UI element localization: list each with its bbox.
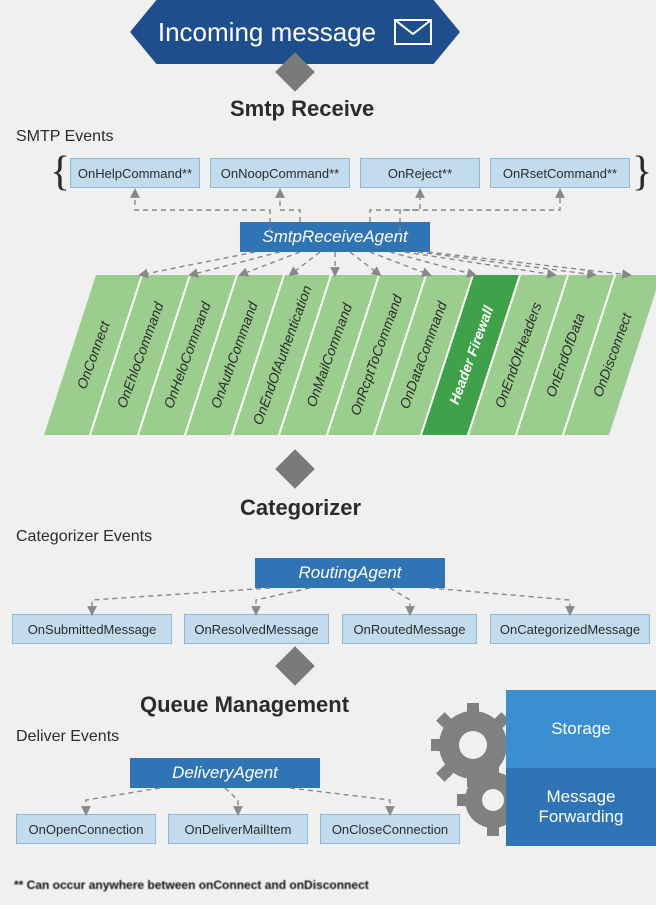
footnote: ** Can occur anywhere between onConnect … bbox=[14, 878, 369, 892]
evt-onreject: OnReject** bbox=[360, 158, 480, 188]
section-queue-mgmt: Queue Management bbox=[140, 692, 349, 718]
agent-routing: RoutingAgent bbox=[255, 558, 445, 588]
forwarding-box: Message Forwarding bbox=[506, 768, 656, 846]
side-block: Storage Message Forwarding bbox=[506, 690, 656, 846]
brace-open: { bbox=[50, 148, 70, 196]
evt-onrsetcommand: OnRsetCommand** bbox=[490, 158, 630, 188]
smtp-event-band: OnConnectOnEhloCommandOnHeloCommandOnAut… bbox=[44, 275, 656, 435]
storage-box: Storage bbox=[506, 690, 656, 768]
evt-oncategorized: OnCategorizedMessage bbox=[490, 614, 650, 644]
brace-close: } bbox=[632, 148, 652, 196]
label-smtp-events: SMTP Events bbox=[16, 128, 114, 146]
evt-onresolved: OnResolvedMessage bbox=[184, 614, 329, 644]
agent-smtpreceive: SmtpReceiveAgent bbox=[240, 222, 430, 252]
evt-onhelpcommand: OnHelpCommand** bbox=[70, 158, 200, 188]
mail-icon bbox=[394, 19, 432, 45]
diagram-canvas: Incoming message Smtp Receive SMTP Event… bbox=[0, 0, 656, 905]
evt-onnoopcommand: OnNoopCommand** bbox=[210, 158, 350, 188]
connector-diamond bbox=[275, 449, 315, 489]
evt-onsubmitted: OnSubmittedMessage bbox=[12, 614, 172, 644]
evt-ondelivermailitem: OnDeliverMailItem bbox=[168, 814, 308, 844]
connector-diamond bbox=[275, 646, 315, 686]
band-cell-label: OnDisconnect bbox=[590, 311, 635, 399]
evt-onopenconnection: OnOpenConnection bbox=[16, 814, 156, 844]
banner-text: Incoming message bbox=[158, 17, 376, 48]
agent-delivery: DeliveryAgent bbox=[130, 758, 320, 788]
section-categorizer: Categorizer bbox=[240, 495, 361, 521]
evt-onrouted: OnRoutedMessage bbox=[342, 614, 477, 644]
label-deliver-events: Deliver Events bbox=[16, 728, 119, 746]
label-categorizer-events: Categorizer Events bbox=[16, 528, 152, 546]
section-smtp-receive: Smtp Receive bbox=[230, 96, 374, 122]
